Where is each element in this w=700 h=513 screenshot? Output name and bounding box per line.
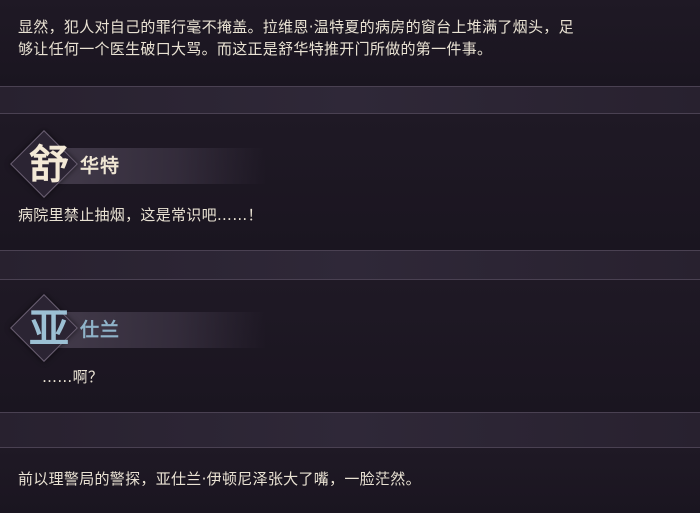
narration-block-top: 显然，犯人对自己的罪行毫不掩盖。拉维恩·温特夏的病房的窗台上堆满了烟头，足 够让… bbox=[0, 0, 700, 86]
narration-text-bottom: 前以理警局的警探，亚仕兰·伊顿尼泽张大了嘴，一脸茫然。 bbox=[18, 470, 421, 488]
dialogue-text-2: ……啊？ bbox=[42, 368, 104, 386]
separator-band-1 bbox=[0, 86, 700, 114]
speaker-name: 华特 bbox=[80, 155, 121, 177]
speaker-initial: 亚 bbox=[29, 305, 69, 352]
nameplate-bar bbox=[46, 312, 266, 348]
nameplate-bar bbox=[46, 148, 266, 184]
dialogue-block-2[interactable]: 亚 仕兰 ……啊？ bbox=[0, 280, 700, 412]
separator-band-2 bbox=[0, 250, 700, 280]
speaker-nameplate-2: 亚 仕兰 bbox=[10, 294, 276, 362]
separator-band-3 bbox=[0, 412, 700, 448]
speaker-name: 仕兰 bbox=[80, 319, 121, 341]
narration-text-top: 显然，犯人对自己的罪行毫不掩盖。拉维恩·温特夏的病房的窗台上堆满了烟头，足 够让… bbox=[18, 16, 682, 60]
narration-line-2: 够让任何一个医生破口大骂。而这正是舒华特推开门所做的第一件事。 bbox=[18, 40, 493, 58]
dialogue-block-1[interactable]: 舒 华特 病院里禁止抽烟，这是常识吧……！ bbox=[0, 114, 700, 250]
speaker-nameplate-1: 舒 华特 bbox=[10, 130, 276, 198]
dialogue-text-1: 病院里禁止抽烟，这是常识吧……！ bbox=[18, 206, 263, 224]
narration-line-1: 显然，犯人对自己的罪行毫不掩盖。拉维恩·温特夏的病房的窗台上堆满了烟头，足 bbox=[18, 18, 574, 36]
speaker-initial: 舒 bbox=[29, 141, 69, 188]
narration-block-bottom: 前以理警局的警探，亚仕兰·伊顿尼泽张大了嘴，一脸茫然。 bbox=[0, 448, 700, 513]
